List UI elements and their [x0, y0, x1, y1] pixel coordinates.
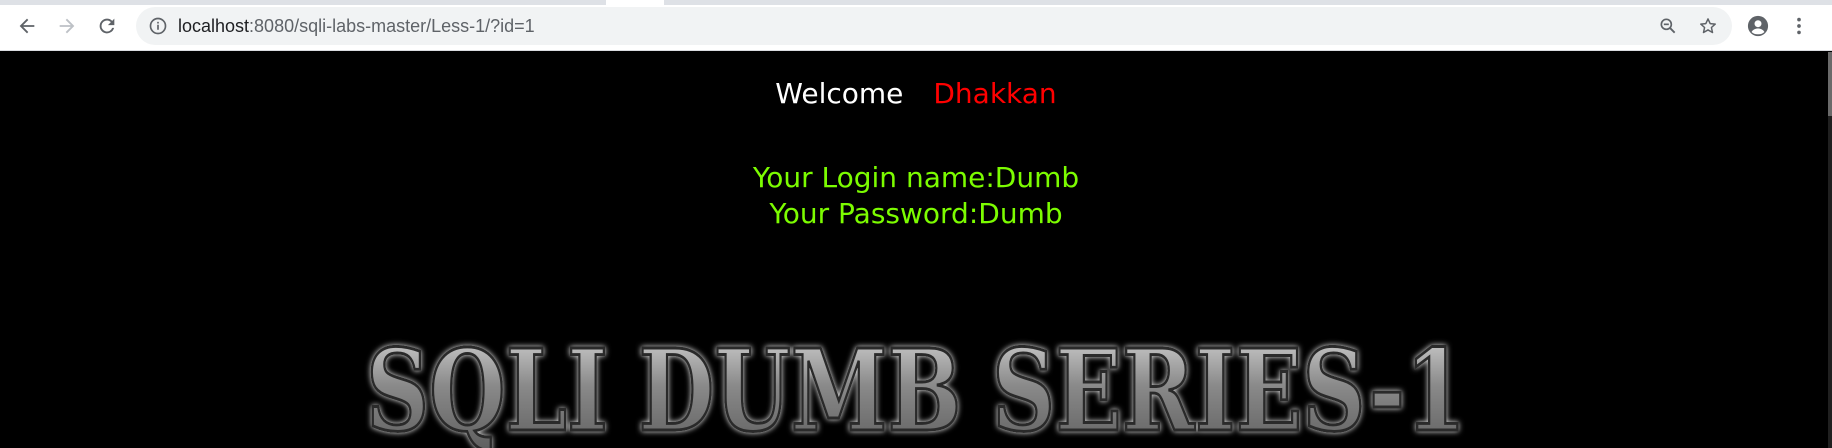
url-text[interactable]: localhost:8080/sqli-labs-master/Less-1/?… [178, 16, 535, 36]
back-button[interactable] [10, 9, 44, 43]
tab-strip [0, 0, 1832, 5]
menu-button[interactable] [1782, 9, 1816, 43]
zoom-button[interactable] [1656, 14, 1680, 38]
forward-arrow-icon [59, 18, 75, 34]
active-tab-edge[interactable] [606, 0, 664, 5]
account-avatar-icon [1747, 15, 1769, 37]
site-info-icon[interactable] [148, 16, 168, 36]
bookmark-button[interactable] [1696, 14, 1720, 38]
browser-toolbar: localhost:8080/sqli-labs-master/Less-1/?… [0, 0, 1832, 51]
address-bar[interactable]: localhost:8080/sqli-labs-master/Less-1/?… [136, 7, 1732, 45]
banner-title-text: SQLI DUMB SERIES-1 [366, 326, 1466, 448]
forward-button[interactable] [50, 9, 84, 43]
welcome-name: Dhakkan [933, 77, 1057, 110]
reload-icon [99, 18, 115, 34]
profile-button[interactable] [1741, 9, 1775, 43]
star-icon [1700, 18, 1716, 34]
scrollbar-thumb[interactable] [1828, 52, 1832, 116]
back-arrow-icon [19, 18, 35, 34]
welcome-text: Welcome [775, 77, 904, 110]
login-result: Your Login name:Dumb Your Password:Dumb [0, 160, 1832, 232]
welcome-line: Welcome Dhakkan [0, 76, 1832, 112]
page-scrollbar[interactable] [1828, 52, 1832, 448]
login-name-line: Your Login name:Dumb [752, 161, 1080, 194]
url-path: :8080/sqli-labs-master/Less-1/?id=1 [249, 16, 535, 36]
kebab-menu-icon [1797, 17, 1801, 35]
password-line: Your Password:Dumb [769, 197, 1063, 230]
zoom-out-icon [1660, 18, 1676, 34]
url-host: localhost [178, 16, 250, 36]
reload-button[interactable] [90, 9, 124, 43]
series-banner: SQLI DUMB SERIES-1 [0, 298, 1832, 448]
banner-title-graphic: SQLI DUMB SERIES-1 [365, 325, 1468, 448]
